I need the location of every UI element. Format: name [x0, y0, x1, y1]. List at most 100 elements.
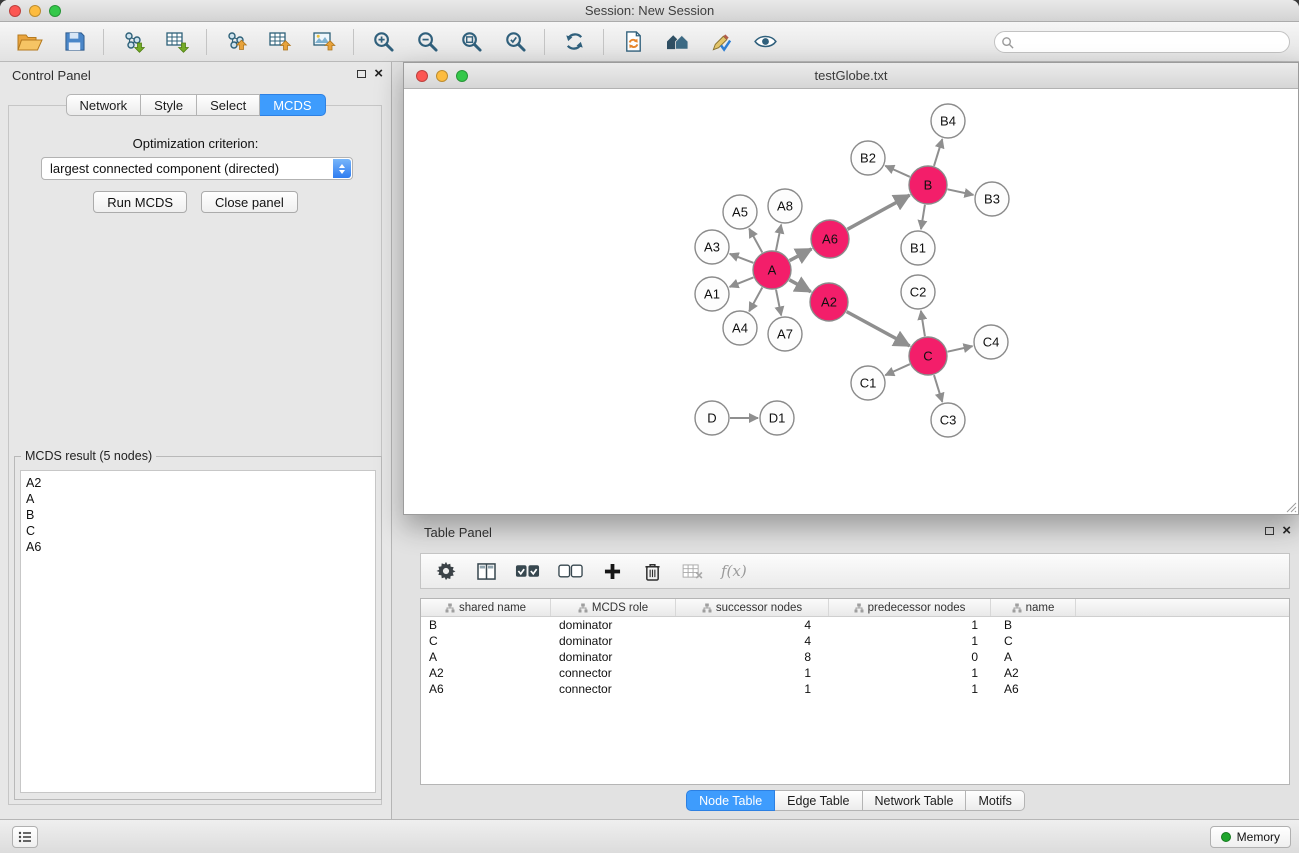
result-item[interactable]: C	[21, 523, 375, 539]
close-window-button[interactable]	[9, 5, 21, 17]
graph-node-A7[interactable]: A7	[768, 317, 802, 351]
network-minimize-button[interactable]	[436, 70, 448, 82]
table-row[interactable]: Bdominator41B	[421, 617, 1289, 633]
graph-edge-C-C2[interactable]	[921, 311, 925, 336]
close-panel-button[interactable]: Close panel	[201, 191, 298, 213]
result-item[interactable]: A	[21, 491, 375, 507]
result-item[interactable]: B	[21, 507, 375, 523]
table-cell[interactable]: 1	[829, 666, 991, 680]
zoom-out-button[interactable]	[409, 26, 445, 58]
table-cell[interactable]: connector	[551, 666, 676, 680]
table-cell[interactable]: C	[991, 634, 1076, 648]
tab-node-table[interactable]: Node Table	[686, 790, 775, 811]
table-cell[interactable]: 1	[676, 682, 829, 696]
search-input[interactable]	[1014, 35, 1283, 49]
graph-edge-A6-B[interactable]	[848, 195, 910, 229]
table-cell[interactable]: 4	[676, 618, 829, 632]
column-header-shared-name[interactable]: shared name	[421, 599, 551, 616]
graph-node-A[interactable]: A	[753, 251, 791, 289]
delete-column-button[interactable]	[641, 559, 663, 583]
table-cell[interactable]: dominator	[551, 618, 676, 632]
graph-edge-A-A8[interactable]	[776, 225, 781, 251]
table-cell[interactable]: dominator	[551, 634, 676, 648]
network-zoom-button[interactable]	[456, 70, 468, 82]
graph-edge-B-B2[interactable]	[885, 166, 910, 177]
graph-edge-C-C3[interactable]	[934, 375, 942, 402]
graph-node-A5[interactable]: A5	[723, 195, 757, 229]
tab-edge-table[interactable]: Edge Table	[775, 790, 862, 811]
float-table-panel-icon[interactable]	[1265, 527, 1274, 535]
graph-node-C[interactable]: C	[909, 337, 947, 375]
export-table-button[interactable]	[262, 26, 298, 58]
column-header-MCDS-role[interactable]: MCDS role	[551, 599, 676, 616]
graph-node-A1[interactable]: A1	[695, 277, 729, 311]
network-canvas[interactable]: B4B2BB3A5A8A6B1A3AC2A1A2A4A7C1CC4C3DD1	[404, 89, 1298, 514]
graph-edge-B-B1[interactable]	[921, 205, 925, 229]
open-session-button[interactable]	[12, 26, 48, 58]
graph-node-B3[interactable]: B3	[975, 182, 1009, 216]
graph-node-A2[interactable]: A2	[810, 283, 848, 321]
minimize-window-button[interactable]	[29, 5, 41, 17]
graph-node-C4[interactable]: C4	[974, 325, 1008, 359]
tab-select[interactable]: Select	[197, 94, 260, 116]
graph-node-C3[interactable]: C3	[931, 403, 965, 437]
table-cell[interactable]: 4	[676, 634, 829, 648]
table-cell[interactable]: 1	[829, 618, 991, 632]
graph-edge-A-A7[interactable]	[776, 290, 781, 316]
graph-node-A4[interactable]: A4	[723, 311, 757, 345]
zoom-selected-button[interactable]	[497, 26, 533, 58]
table-cell[interactable]: B	[421, 618, 551, 632]
task-history-button[interactable]	[12, 826, 38, 848]
graph-edge-A-A4[interactable]	[749, 288, 762, 312]
show-columns-button[interactable]	[475, 559, 497, 583]
graph-edge-A-A6[interactable]	[790, 249, 812, 261]
column-header-predecessor-nodes[interactable]: predecessor nodes	[829, 599, 991, 616]
table-cell[interactable]: 1	[829, 682, 991, 696]
graph-edge-A-A1[interactable]	[730, 277, 754, 287]
export-image-button[interactable]	[306, 26, 342, 58]
resize-grip-icon[interactable]	[1285, 501, 1297, 513]
tab-mcds[interactable]: MCDS	[260, 94, 325, 116]
graph-node-B2[interactable]: B2	[851, 141, 885, 175]
search-field[interactable]	[994, 31, 1290, 53]
graph-node-A8[interactable]: A8	[768, 189, 802, 223]
table-settings-button[interactable]	[435, 559, 457, 583]
dropdown-stepper-icon[interactable]	[333, 159, 351, 178]
refresh-view-button[interactable]	[556, 26, 592, 58]
zoom-window-button[interactable]	[49, 5, 61, 17]
deselect-all-button[interactable]	[558, 559, 583, 583]
result-item[interactable]: A6	[21, 539, 375, 555]
column-header-name[interactable]: name	[991, 599, 1076, 616]
graph-edge-C-C4[interactable]	[948, 346, 973, 352]
first-neighbors-button[interactable]	[615, 26, 651, 58]
graph-edge-B-B3[interactable]	[948, 189, 974, 195]
graph-edge-B-B4[interactable]	[934, 139, 942, 166]
zoom-in-button[interactable]	[365, 26, 401, 58]
optimization-criterion-dropdown[interactable]: largest connected component (directed)	[41, 157, 353, 180]
tab-style[interactable]: Style	[141, 94, 197, 116]
delete-table-button[interactable]	[681, 559, 703, 583]
graph-edge-A-A3[interactable]	[730, 254, 754, 263]
close-table-panel-icon[interactable]: ×	[1282, 525, 1291, 537]
graph-node-C2[interactable]: C2	[901, 275, 935, 309]
home-view-button[interactable]	[659, 26, 695, 58]
add-column-button[interactable]	[601, 559, 623, 583]
table-cell[interactable]: A2	[991, 666, 1076, 680]
table-row[interactable]: Adominator80A	[421, 649, 1289, 665]
table-cell[interactable]: B	[991, 618, 1076, 632]
tab-network-table[interactable]: Network Table	[863, 790, 967, 811]
network-graph[interactable]: B4B2BB3A5A8A6B1A3AC2A1A2A4A7C1CC4C3DD1	[404, 89, 1298, 514]
function-builder-button[interactable]: f(x)	[721, 559, 747, 583]
table-cell[interactable]: 1	[829, 634, 991, 648]
graph-node-D1[interactable]: D1	[760, 401, 794, 435]
table-row[interactable]: A2connector11A2	[421, 665, 1289, 681]
column-header-successor-nodes[interactable]: successor nodes	[676, 599, 829, 616]
table-cell[interactable]: 0	[829, 650, 991, 664]
save-session-button[interactable]	[56, 26, 92, 58]
show-hide-graphics-button[interactable]	[747, 26, 783, 58]
table-cell[interactable]: A6	[991, 682, 1076, 696]
table-cell[interactable]: 1	[676, 666, 829, 680]
table-cell[interactable]: dominator	[551, 650, 676, 664]
float-panel-icon[interactable]	[357, 70, 366, 78]
close-panel-icon[interactable]: ×	[374, 68, 383, 80]
